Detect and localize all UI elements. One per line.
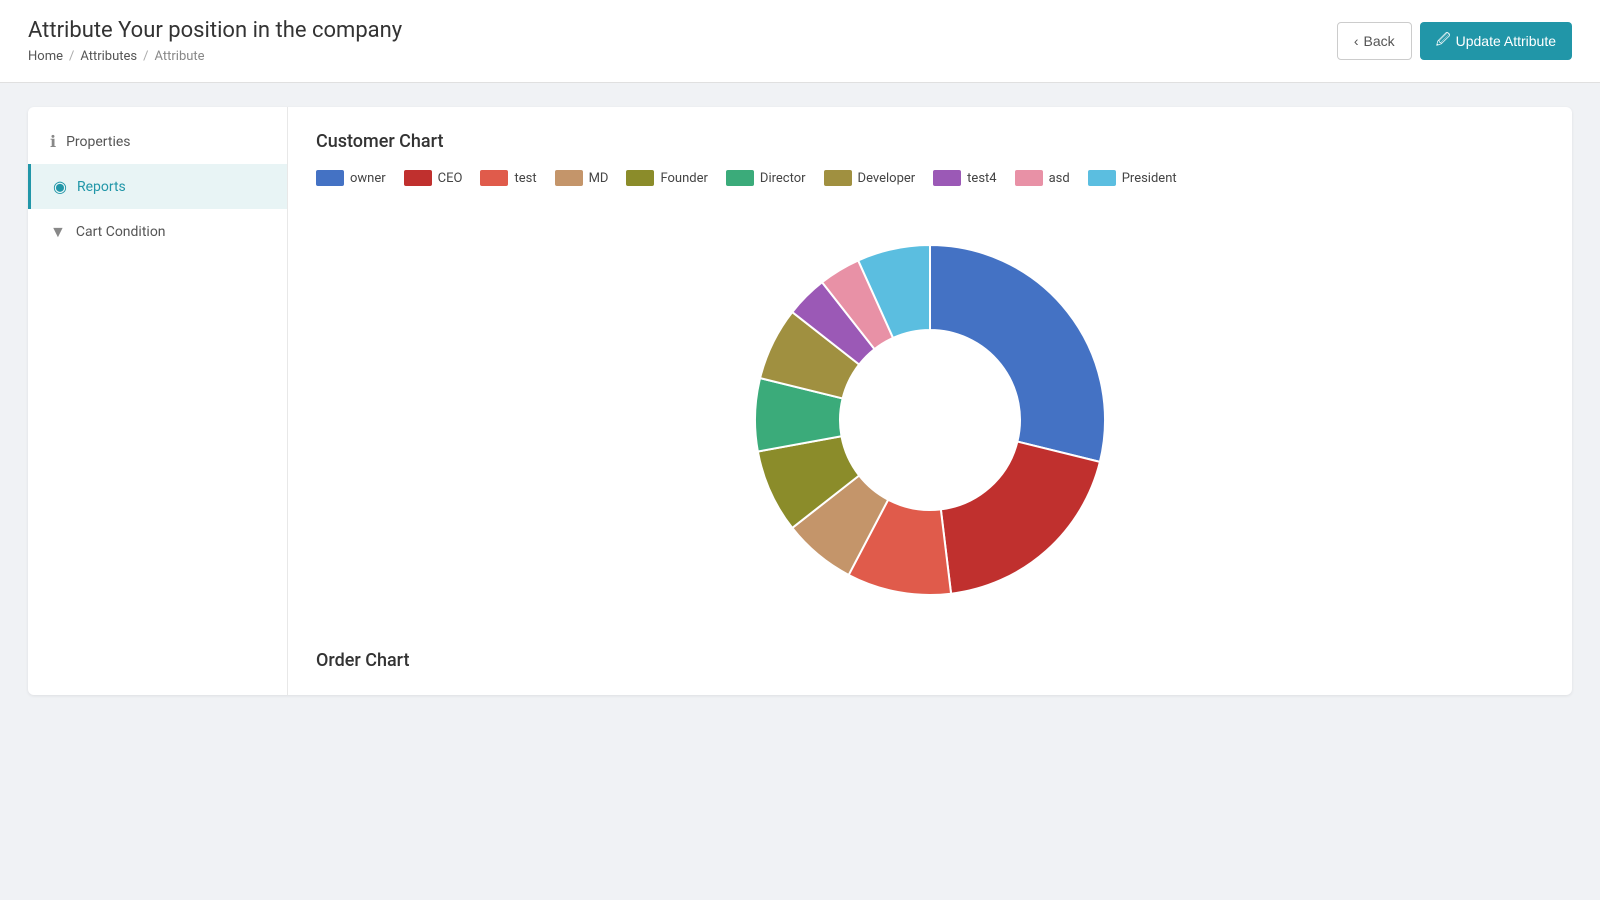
header-actions: ‹ Back 🖉 Update Attribute xyxy=(1337,22,1572,60)
legend-label: MD xyxy=(589,171,609,186)
legend-label: President xyxy=(1122,171,1177,186)
content-area: Customer Chart owner CEO test MD Founder… xyxy=(288,107,1572,695)
legend-item: owner xyxy=(316,170,386,186)
back-button[interactable]: ‹ Back xyxy=(1337,22,1412,60)
legend-label: test xyxy=(514,171,536,186)
legend-label: Developer xyxy=(858,171,916,186)
legend-label: asd xyxy=(1049,171,1070,186)
legend-label: test4 xyxy=(967,171,996,186)
chart-legend: owner CEO test MD Founder Director Devel… xyxy=(316,170,1544,186)
cart-condition-icon: ▼ xyxy=(50,222,66,242)
main-card: ℹ Properties ◉ Reports ▼ Cart Condition … xyxy=(28,107,1572,695)
legend-item: CEO xyxy=(404,170,463,186)
legend-color-swatch xyxy=(933,170,961,186)
legend-color-swatch xyxy=(1015,170,1043,186)
legend-item: MD xyxy=(555,170,609,186)
legend-label: owner xyxy=(350,171,386,186)
legend-label: CEO xyxy=(438,171,463,186)
legend-color-swatch xyxy=(404,170,432,186)
breadcrumb-current: Attribute xyxy=(155,49,205,64)
legend-color-swatch xyxy=(626,170,654,186)
legend-item: President xyxy=(1088,170,1177,186)
sidebar: ℹ Properties ◉ Reports ▼ Cart Condition xyxy=(28,107,288,695)
sidebar-item-properties[interactable]: ℹ Properties xyxy=(28,119,287,164)
legend-item: Founder xyxy=(626,170,707,186)
donut-chart-container xyxy=(316,210,1544,630)
legend-label: Director xyxy=(760,171,806,186)
legend-item: Developer xyxy=(824,170,916,186)
order-chart-title: Order Chart xyxy=(316,650,1544,671)
legend-item: test xyxy=(480,170,536,186)
donut-chart xyxy=(720,210,1140,630)
back-chevron-icon: ‹ xyxy=(1354,33,1359,49)
update-attribute-button[interactable]: 🖉 Update Attribute xyxy=(1420,22,1572,60)
legend-item: asd xyxy=(1015,170,1070,186)
update-icon: 🖉 xyxy=(1436,29,1451,53)
legend-color-swatch xyxy=(1088,170,1116,186)
legend-color-swatch xyxy=(480,170,508,186)
sidebar-label-reports: Reports xyxy=(77,179,126,195)
legend-item: test4 xyxy=(933,170,996,186)
sidebar-label-cart-condition: Cart Condition xyxy=(76,224,166,240)
legend-color-swatch xyxy=(316,170,344,186)
customer-chart-title: Customer Chart xyxy=(316,131,1544,152)
main-content: ℹ Properties ◉ Reports ▼ Cart Condition … xyxy=(0,83,1600,719)
legend-color-swatch xyxy=(824,170,852,186)
legend-item: Director xyxy=(726,170,806,186)
breadcrumb-home[interactable]: Home xyxy=(28,49,63,64)
legend-color-swatch xyxy=(726,170,754,186)
legend-color-swatch xyxy=(555,170,583,186)
legend-label: Founder xyxy=(660,171,707,186)
reports-icon: ◉ xyxy=(53,177,67,196)
properties-icon: ℹ xyxy=(50,132,56,151)
donut-segment xyxy=(941,442,1100,594)
sidebar-item-cart-condition[interactable]: ▼ Cart Condition xyxy=(28,209,287,255)
breadcrumb-attributes[interactable]: Attributes xyxy=(80,49,137,64)
donut-segment xyxy=(930,245,1105,462)
sidebar-item-reports[interactable]: ◉ Reports xyxy=(28,164,287,209)
sidebar-label-properties: Properties xyxy=(66,134,130,150)
